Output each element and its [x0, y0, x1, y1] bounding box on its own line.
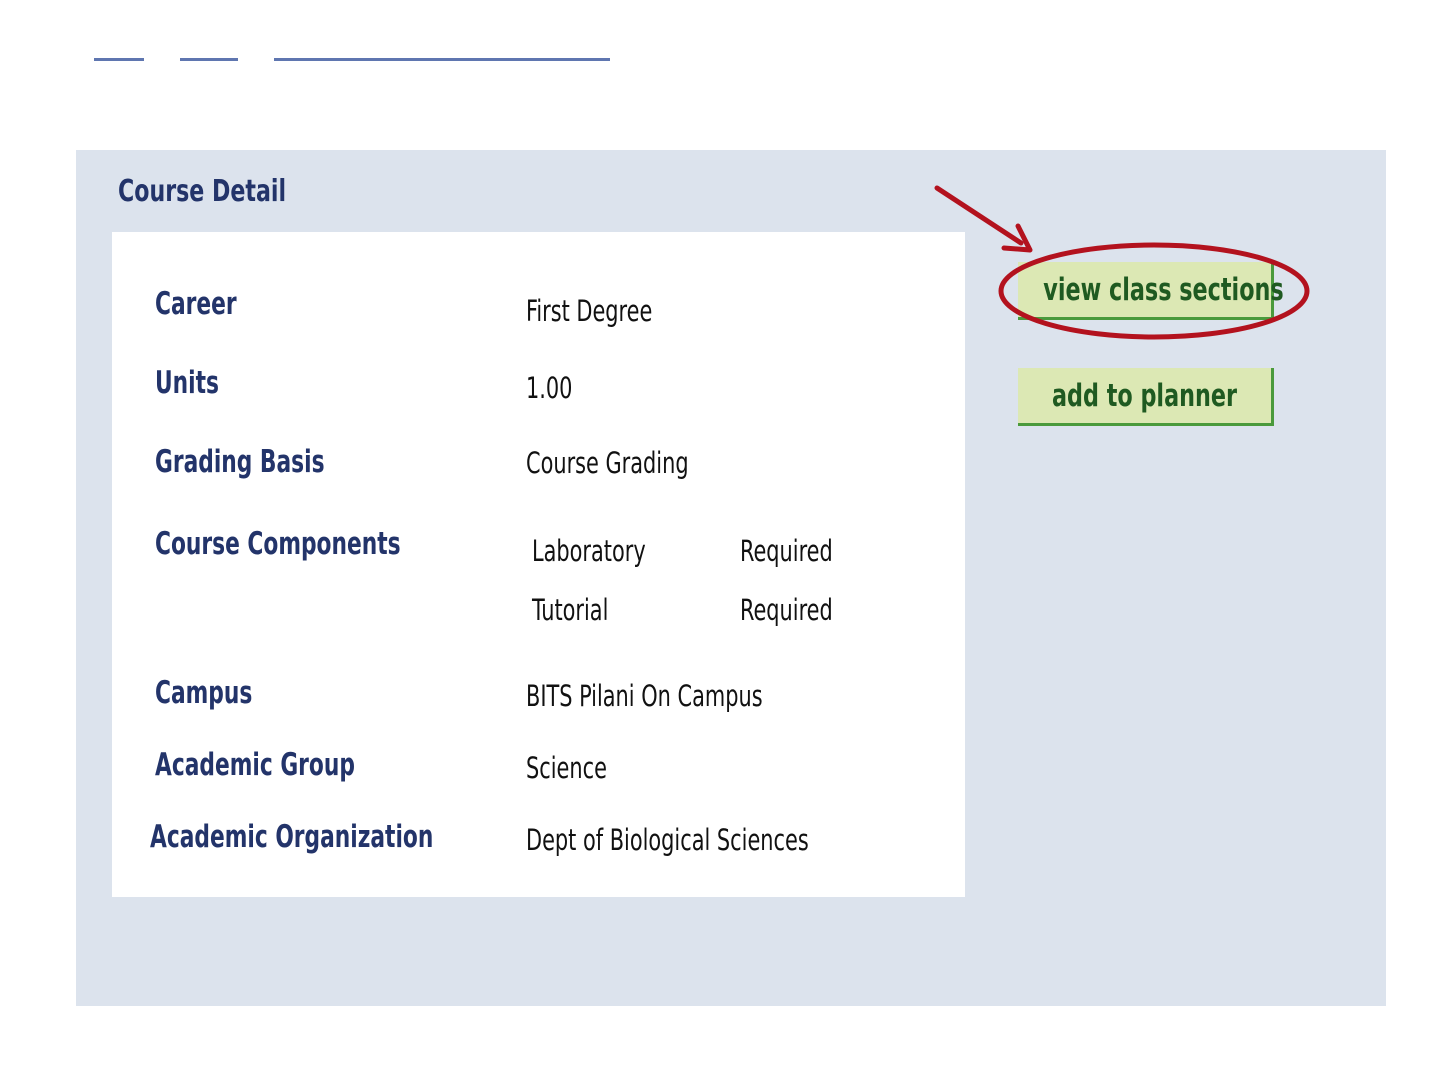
academic-group-label: Academic Group: [155, 747, 355, 783]
clipped-header-remnant: [94, 42, 614, 64]
panel-title: Course Detail: [118, 174, 287, 209]
component-status: Required: [740, 534, 833, 568]
component-status: Required: [740, 593, 833, 627]
course-components-label: Course Components: [155, 526, 401, 562]
career-value: First Degree: [526, 294, 653, 328]
course-detail-table: Career First Degree Units 1.00 Grading B…: [112, 232, 965, 897]
add-to-planner-label: add to planner: [1051, 377, 1238, 414]
units-label: Units: [155, 365, 219, 401]
academic-organization-value: Dept of Biological Sciences: [526, 823, 809, 857]
campus-label: Campus: [155, 675, 253, 711]
grading-basis-label: Grading Basis: [155, 444, 325, 480]
career-label: Career: [155, 286, 237, 322]
component-name: Tutorial: [532, 593, 609, 627]
units-value: 1.00: [526, 371, 573, 405]
academic-organization-label: Academic Organization: [150, 819, 434, 855]
screenshot-page: Course Detail Career First Degree Units …: [0, 0, 1440, 1080]
academic-group-value: Science: [526, 751, 607, 785]
component-name: Laboratory: [532, 534, 646, 568]
campus-value: BITS Pilani On Campus: [526, 679, 763, 713]
view-class-sections-label: view class sections: [1043, 271, 1284, 308]
add-to-planner-button[interactable]: add to planner: [1018, 368, 1274, 426]
course-detail-panel: Course Detail Career First Degree Units …: [76, 150, 1386, 1006]
view-class-sections-button[interactable]: view class sections: [1018, 262, 1284, 320]
grading-basis-value: Course Grading: [526, 446, 689, 480]
